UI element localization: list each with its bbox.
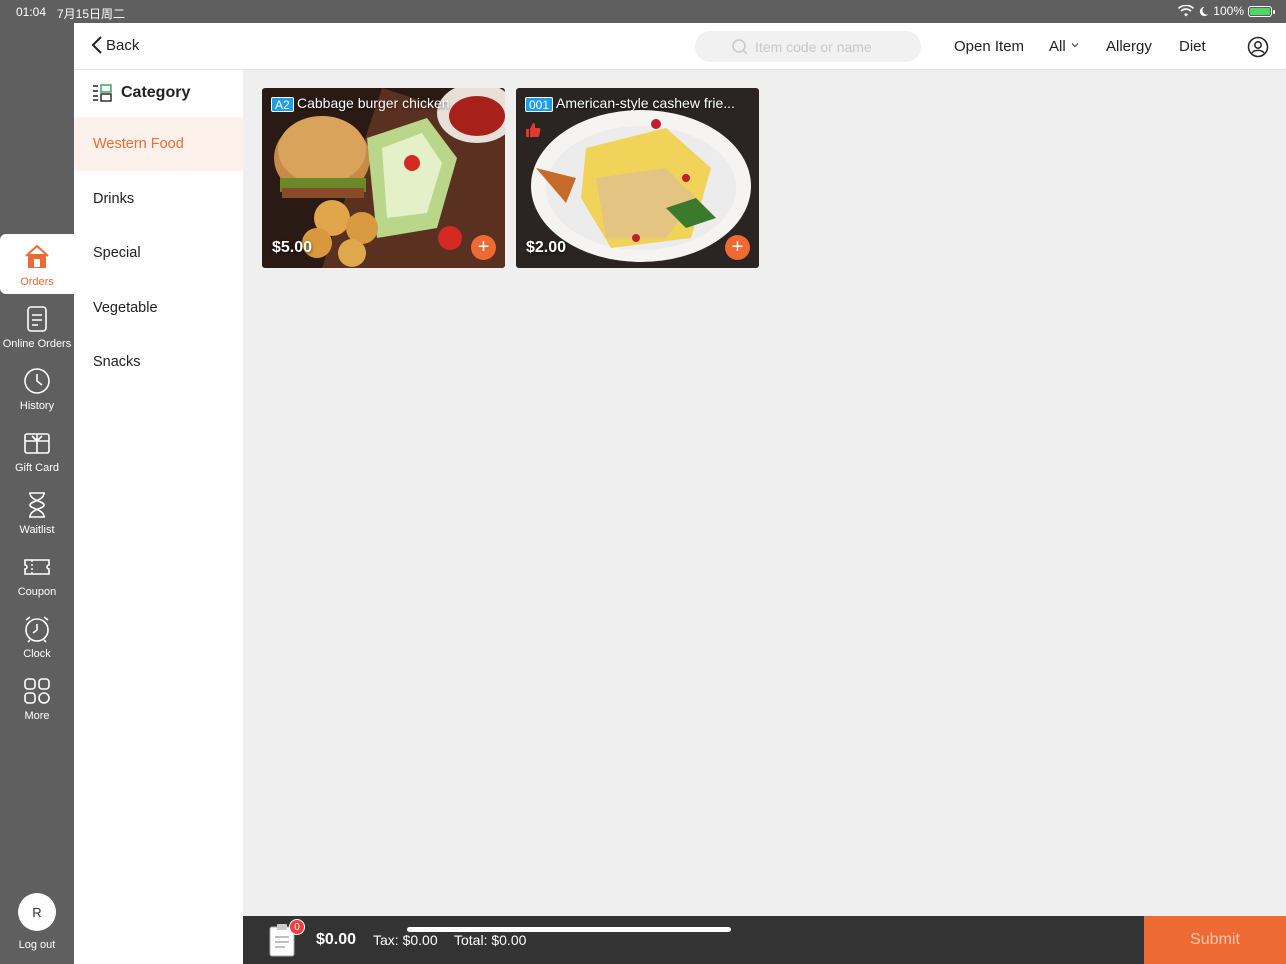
cart-count-badge: 0 <box>289 919 305 935</box>
alarm-clock-icon <box>25 616 49 643</box>
category-item-western-food[interactable]: Western Food <box>74 117 243 171</box>
open-item-button[interactable]: Open Item <box>954 38 1024 55</box>
ticket-icon <box>24 559 50 575</box>
nav-item-waitlist[interactable]: Waitlist <box>0 482 74 542</box>
filter-all-label: All <box>1049 38 1066 55</box>
status-bar: 01:04 7月15日周二 100% <box>0 0 1286 23</box>
item-code: A2 <box>271 97 294 112</box>
wifi-icon <box>1178 5 1195 17</box>
nav-item-history[interactable]: History <box>0 358 74 418</box>
status-time: 01:04 <box>16 5 47 19</box>
nav-item-clock[interactable]: Clock <box>0 606 74 666</box>
category-item-snacks[interactable]: Snacks <box>74 335 243 389</box>
chevron-left-icon <box>91 36 102 54</box>
category-list: Category Western Food Drinks Special Veg… <box>74 70 243 964</box>
search-icon <box>732 38 748 55</box>
status-right: 100% <box>1178 4 1275 18</box>
cart-subtotal: $0.00 <box>316 931 357 948</box>
back-button[interactable]: Back <box>90 35 139 55</box>
document-icon <box>27 306 47 332</box>
category-item-drinks[interactable]: Drinks <box>74 172 243 226</box>
thumbs-up-icon <box>526 123 541 137</box>
top-bar: Back Open Item All Allergy Diet <box>74 23 1286 70</box>
allergy-button[interactable]: Allergy <box>1106 38 1152 55</box>
item-price: $5.00 <box>272 239 313 256</box>
nav-label: Gift Card <box>14 462 59 474</box>
home-indicator <box>407 927 731 932</box>
main-panel: Back Open Item All Allergy Diet Category… <box>74 23 1286 964</box>
back-label: Back <box>106 36 140 54</box>
cart-tax: Tax: $0.00 <box>373 932 438 948</box>
status-date: 7月15日周二 <box>57 7 126 21</box>
filter-all-dropdown[interactable]: All <box>1049 38 1079 55</box>
search-box[interactable] <box>695 31 921 62</box>
home-icon <box>25 244 49 268</box>
nav-item-more[interactable]: More <box>0 668 74 728</box>
category-header: Category <box>92 84 190 102</box>
menu-item-card[interactable]: A2 Cabbage burger chicken $5.00 + <box>262 88 505 268</box>
nav-label: Orders <box>20 276 54 288</box>
cart-total: Total: $0.00 <box>454 932 527 948</box>
category-list-icon <box>93 84 112 102</box>
battery-icon <box>1248 5 1275 17</box>
user-profile-icon[interactable] <box>1247 36 1269 58</box>
nav-label: Waitlist <box>19 524 55 536</box>
add-item-button[interactable]: + <box>725 235 750 260</box>
nav-item-gift-card[interactable]: Gift Card <box>0 420 74 480</box>
grid-icon <box>24 678 50 704</box>
add-item-button[interactable]: + <box>471 235 496 260</box>
clock-icon <box>24 368 50 394</box>
submit-button[interactable]: Submit <box>1144 916 1286 964</box>
nav-item-orders[interactable]: Orders <box>0 234 74 294</box>
moon-icon <box>1200 6 1209 16</box>
logout-label: Log out <box>18 939 56 951</box>
logout-button[interactable]: R Log out <box>0 893 74 953</box>
item-price: $2.00 <box>526 239 567 256</box>
hourglass-icon <box>29 492 45 518</box>
item-name: Cabbage burger chicken <box>297 95 450 111</box>
category-item-special[interactable]: Special <box>74 226 243 280</box>
search-input[interactable] <box>755 38 885 55</box>
nav-label: More <box>24 710 50 722</box>
chevron-down-icon <box>1071 43 1079 48</box>
nav-rail: Orders Online Orders History Gift Card W… <box>0 23 74 964</box>
item-name: American-style cashew frie... <box>556 95 735 111</box>
nav-item-coupon[interactable]: Coupon <box>0 544 74 604</box>
gift-card-icon <box>24 433 50 454</box>
nav-label: Clock <box>23 648 51 660</box>
avatar: R <box>18 893 56 931</box>
category-item-vegetable[interactable]: Vegetable <box>74 281 243 335</box>
item-code: 001 <box>525 97 554 112</box>
nav-label: Coupon <box>17 586 57 598</box>
menu-item-card[interactable]: 001 American-style cashew frie... $2.00 … <box>516 88 759 268</box>
nav-label: History <box>19 400 55 412</box>
battery-percent: 100% <box>1213 4 1244 18</box>
category-title: Category <box>121 84 191 101</box>
diet-button[interactable]: Diet <box>1179 38 1206 55</box>
cart-bar: 0 $0.00 Tax: $0.00 Total: $0.00 Submit <box>243 916 1286 964</box>
nav-item-online-orders[interactable]: Online Orders <box>0 296 74 356</box>
nav-label: Online Orders <box>2 338 72 350</box>
